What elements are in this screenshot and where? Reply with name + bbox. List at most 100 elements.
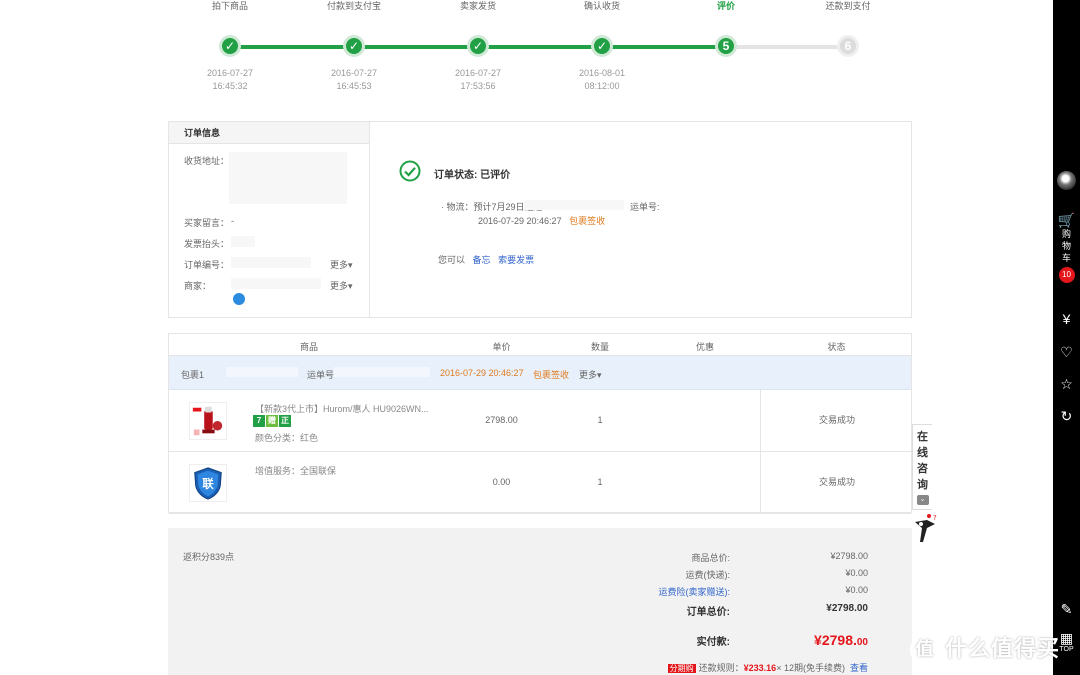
svg-text:联: 联 bbox=[202, 477, 214, 491]
header-qty: 数量 bbox=[590, 342, 609, 352]
goods-total-value: ¥2798.00 bbox=[830, 551, 868, 561]
step-time: 16:45:53 bbox=[336, 81, 372, 91]
logistics-detail: 2016-07-29 20:46:27 包裹签收 bbox=[478, 214, 605, 227]
installment-row: 分期购 还款规则：¥233.16× 12期(免手续费) 查看 bbox=[667, 661, 868, 674]
watermark-logo-icon: 值 bbox=[910, 635, 940, 666]
gift-icon: 赠 bbox=[266, 415, 278, 427]
summary-row-shipping: 运费(快递): ¥0.00 bbox=[568, 568, 869, 582]
warranty-shield-icon: 联 bbox=[194, 467, 222, 500]
installment-view-link[interactable]: 查看 bbox=[850, 663, 868, 673]
assets-icon[interactable]: ¥ bbox=[1053, 311, 1080, 327]
svg-text:?: ? bbox=[933, 514, 937, 522]
order-no-redacted bbox=[231, 257, 311, 268]
status-check-icon bbox=[399, 160, 421, 182]
step-6: 还款到支付 6 bbox=[786, 0, 910, 57]
cart-count-badge: 10 bbox=[1058, 267, 1075, 283]
step-date: 2016-08-01 bbox=[578, 68, 626, 78]
step-time: 16:45:32 bbox=[212, 81, 248, 91]
address-redacted bbox=[229, 152, 347, 204]
paid-value: ¥2798.00 bbox=[814, 632, 868, 648]
unit-price: 0.00 bbox=[492, 477, 511, 487]
header-status: 状态 bbox=[827, 342, 846, 352]
step-4: 确认收货 ✓ 2016-08-01 08:12:00 bbox=[540, 0, 664, 93]
message-value: - bbox=[231, 216, 234, 226]
online-consult-widget[interactable]: 在线咨询 ⌄ bbox=[912, 424, 932, 510]
order-summary: 返积分839点 商品总价: ¥2798.00 运费(快递): ¥0.00 运费险… bbox=[168, 528, 912, 675]
summary-row-goods-total: 商品总价: ¥2798.00 bbox=[568, 551, 868, 565]
installment-terms: × 12期(免手续费) bbox=[776, 663, 845, 673]
package-label: 包裹1 bbox=[181, 370, 205, 380]
package-signed-link[interactable]: 包裹签收 bbox=[569, 216, 605, 226]
installment-badge: 分期购 bbox=[667, 664, 696, 673]
step-label: 付款到支付宝 bbox=[326, 1, 381, 11]
goods-total-label: 商品总价: bbox=[691, 553, 730, 563]
summary-row-shipping-insurance: 运费险(卖家赠送): ¥0.00 bbox=[568, 585, 869, 599]
order-status-panel: 订单状态: 已评价 · 物流：预计7月29日送达 运单号: 2016-07-29… bbox=[371, 122, 911, 317]
step-label: 拍下商品 bbox=[211, 1, 248, 11]
order-no-more-link[interactable]: 更多▾ bbox=[330, 258, 353, 271]
history-icon[interactable]: ↻ bbox=[1053, 408, 1080, 424]
cart-label: 购物车 bbox=[1061, 229, 1071, 263]
request-invoice-link[interactable]: 索要发票 bbox=[498, 255, 534, 265]
step-date: 2016-07-27 bbox=[206, 68, 254, 78]
ship-time: 2016-07-29 20:46:27 bbox=[478, 216, 562, 226]
step-label: 评价 bbox=[716, 1, 735, 11]
order-info-panel: 订单信息 收货地址： 买家留言： - 发票抬头： 订单编号： 更多▾ 商家： 更… bbox=[168, 121, 912, 318]
product-thumbnail[interactable] bbox=[189, 402, 227, 440]
unit-price: 2798.00 bbox=[485, 415, 518, 425]
order-no-label: 订单编号： bbox=[184, 260, 230, 270]
cart-icon: 🛒 bbox=[1057, 212, 1076, 228]
logistics-prefix: · 物流： bbox=[441, 202, 474, 212]
note-link[interactable]: 备忘 bbox=[473, 255, 491, 265]
logistics-redacted bbox=[524, 200, 624, 210]
quantity: 1 bbox=[597, 415, 603, 425]
step-number: 6 bbox=[837, 35, 859, 57]
step-1: 拍下商品 ✓ 2016-07-27 16:45:32 bbox=[168, 0, 292, 93]
chevron-down-icon[interactable]: ⌄ bbox=[916, 495, 929, 505]
package-more-link[interactable]: 更多▾ bbox=[579, 368, 602, 381]
mascot-icon[interactable]: ? bbox=[911, 512, 941, 544]
trade-status: 交易成功 bbox=[760, 452, 913, 513]
invoice-label: 发票抬头： bbox=[184, 239, 230, 249]
feedback-icon[interactable]: ✎ bbox=[1053, 601, 1080, 617]
step-3: 卖家发货 ✓ 2016-07-27 17:53:56 bbox=[416, 0, 540, 93]
check-icon: ✓ bbox=[467, 35, 489, 57]
step-label: 还款到支付 bbox=[825, 1, 871, 11]
juicer-image bbox=[190, 403, 226, 439]
invoice-redacted bbox=[231, 236, 255, 247]
header-goods: 商品 bbox=[299, 342, 318, 352]
seven-day-return-icon: 7 bbox=[253, 415, 265, 427]
consult-label: 在线咨询 bbox=[917, 431, 928, 491]
courier-redacted bbox=[226, 367, 298, 377]
product-name-link[interactable]: 【新款3代上市】Hurom/惠人 HU9026WN... bbox=[255, 402, 429, 415]
seller-label: 商家： bbox=[184, 281, 212, 291]
check-icon: ✓ bbox=[343, 35, 365, 57]
actions-row: 您可以 备忘 索要发票 bbox=[438, 253, 534, 266]
package-signed-link[interactable]: 包裹签收 bbox=[533, 368, 569, 381]
check-icon: ✓ bbox=[591, 35, 613, 57]
package-time: 2016-07-29 20:46:27 bbox=[440, 368, 524, 378]
shipping-insurance-link[interactable]: 运费险(卖家赠送): bbox=[659, 585, 731, 598]
step-5: 评价 5 bbox=[664, 0, 788, 57]
user-avatar[interactable] bbox=[1057, 171, 1076, 190]
step-label: 确认收货 bbox=[583, 1, 620, 11]
right-toolbar: 🛒 购物车 10 ¥ ♡ ☆ ↻ ✎ ▦ TOP bbox=[1053, 0, 1080, 675]
package-tracking-label: 运单号 bbox=[307, 370, 335, 380]
cart-button[interactable]: 🛒 购物车 10 bbox=[1053, 212, 1080, 283]
service-thumbnail[interactable]: 联 bbox=[189, 464, 227, 502]
you-can-label: 您可以 bbox=[438, 255, 466, 265]
shipping-insurance-value: ¥0.00 bbox=[845, 585, 868, 595]
seller-more-link[interactable]: 更多▾ bbox=[330, 279, 353, 292]
summary-row-paid: 实付款: ¥2798.00 bbox=[568, 632, 868, 650]
order-info-left: 订单信息 收货地址： 买家留言： - 发票抬头： 订单编号： 更多▾ 商家： 更… bbox=[169, 122, 370, 317]
shipping-label: 运费(快递): bbox=[685, 570, 731, 580]
star-icon[interactable]: ☆ bbox=[1053, 376, 1080, 392]
paid-main: ¥2798. bbox=[814, 632, 857, 648]
step-label: 卖家发货 bbox=[459, 1, 496, 11]
installment-amount: ¥233.16 bbox=[743, 663, 777, 673]
heart-icon[interactable]: ♡ bbox=[1053, 344, 1080, 360]
order-total-label: 订单总价: bbox=[686, 607, 730, 618]
seller-redacted bbox=[231, 278, 321, 289]
wangwang-chat-icon[interactable] bbox=[233, 293, 245, 305]
step-number: 5 bbox=[715, 35, 737, 57]
